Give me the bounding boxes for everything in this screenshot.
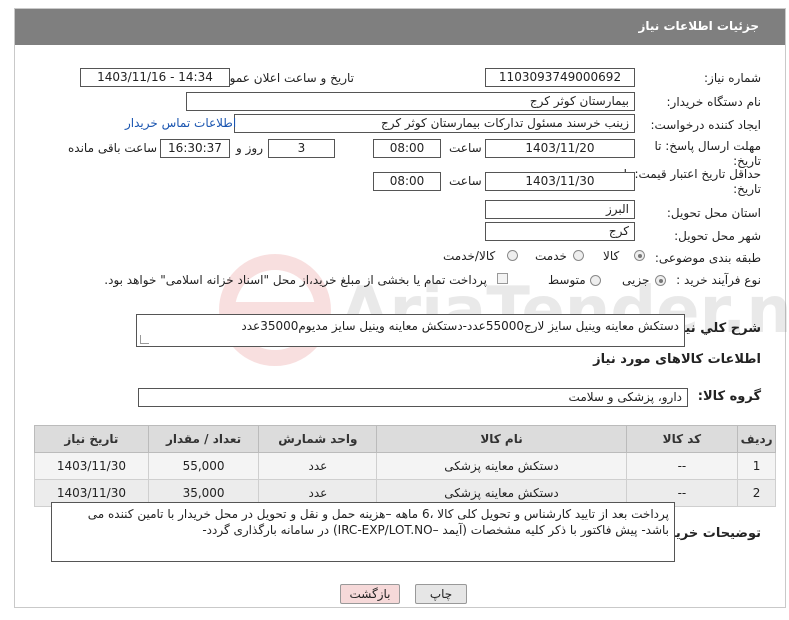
announce-datetime-field[interactable]: 1403/11/16 - 14:34 <box>80 68 230 87</box>
cell-row: 2 <box>737 479 776 507</box>
process-medium-label: متوسط <box>548 273 586 287</box>
need-number-label: شماره نیاز: <box>704 71 761 85</box>
treasury-payment-note: پرداخت تمام یا بخشی از مبلغ خرید،از محل … <box>104 273 487 287</box>
requester-label: ایجاد کننده درخواست: <box>650 118 761 132</box>
treasury-payment-checkbox[interactable] <box>497 273 508 284</box>
col-row: ردیف <box>737 425 776 453</box>
category-label: طبقه بندی موضوعی: <box>654 251 761 265</box>
back-button[interactable]: بازگشت <box>340 584 400 604</box>
general-desc-text: دستکش معاینه وینیل سایز لارج55000عدد-دست… <box>241 319 679 333</box>
col-qty: تعداد / مقدار <box>147 425 260 453</box>
category-goods-radio[interactable] <box>634 250 645 261</box>
buyer-org-label: نام دستگاه خریدار: <box>666 95 762 109</box>
col-unit: واحد شمارش <box>258 425 378 453</box>
city-field[interactable]: کرج <box>485 222 635 241</box>
col-name: نام کالا <box>376 425 627 453</box>
buyer-contact-link[interactable]: اطلاعات تماس خریدار <box>125 116 236 130</box>
requester-field[interactable]: زینب خرسند مسئول تدارکات بیمارستان کوثر … <box>234 114 635 133</box>
buyer-notes-field[interactable]: پرداخت بعد از تایید کارشناس و تحویل کلی … <box>51 502 675 562</box>
goods-group-field[interactable]: دارو، پزشکی و سلامت <box>138 388 688 407</box>
days-label: روز و <box>236 141 263 155</box>
reply-time-field[interactable]: 08:00 <box>373 139 441 158</box>
price-validity-label: حداقل تاریخ اعتبار قیمت: تا <box>623 167 761 181</box>
table-row[interactable]: 1 -- دستکش معاینه پزشکی عدد 55,000 1403/… <box>34 452 776 480</box>
days-field[interactable]: 3 <box>268 139 335 158</box>
buyer-notes-text: پرداخت بعد از تایید کارشناس و تحویل کلی … <box>87 507 669 537</box>
delivery-city-label: شهر محل تحویل: <box>674 229 761 243</box>
price-validity-label-2: تاریخ: <box>733 182 761 196</box>
reply-deadline-label-2: تاریخ: <box>733 154 761 168</box>
panel-title: جزئیات اطلاعات نیاز <box>638 19 759 33</box>
table-header-row: ردیف کد کالا نام کالا واحد شمارش تعداد /… <box>34 425 776 453</box>
category-goods-label: کالا <box>603 249 620 263</box>
reply-time-label: ساعت <box>449 141 482 155</box>
reply-date-field[interactable]: 1403/11/20 <box>485 139 635 158</box>
resize-grip-icon[interactable] <box>140 335 149 344</box>
delivery-province-label: استان محل تحویل: <box>666 206 761 220</box>
print-button[interactable]: چاپ <box>415 584 467 604</box>
category-goods-service-radio[interactable] <box>507 250 518 261</box>
process-medium-radio[interactable] <box>590 275 601 286</box>
process-type-label: نوع فرآیند خرید : <box>676 273 761 287</box>
reply-deadline-label: مهلت ارسال پاسخ: تا <box>654 139 761 153</box>
cell-name: دستکش معاینه پزشکی <box>376 452 627 480</box>
validity-time-field[interactable]: 08:00 <box>373 172 441 191</box>
goods-info-heading: اطلاعات کالاهای مورد نیاز <box>593 352 761 367</box>
province-field[interactable]: البرز <box>485 200 635 219</box>
process-small-label: جزیی <box>622 273 650 287</box>
announce-datetime-label: تاریخ و ساعت اعلان عمومی: <box>209 71 354 85</box>
cell-unit: عدد <box>258 452 378 480</box>
category-service-radio[interactable] <box>573 250 584 261</box>
category-service-label: خدمت <box>535 249 567 263</box>
validity-date-field[interactable]: 1403/11/30 <box>485 172 635 191</box>
category-goods-service-label: کالا/خدمت <box>443 249 496 263</box>
general-desc-field[interactable]: دستکش معاینه وینیل سایز لارج55000عدد-دست… <box>136 314 685 347</box>
need-number-field[interactable]: 1103093749000692 <box>485 68 635 87</box>
col-code: کد کالا <box>625 425 739 453</box>
buyer-org-field[interactable]: بیمارستان کوثر کرج <box>186 92 635 111</box>
items-table: ردیف کد کالا نام کالا واحد شمارش تعداد /… <box>34 425 776 507</box>
col-date: تاریخ نیاز <box>34 425 149 453</box>
process-small-radio[interactable] <box>655 275 666 286</box>
panel-header: جزئیات اطلاعات نیاز <box>15 9 785 45</box>
validity-time-label: ساعت <box>449 174 482 188</box>
remaining-time-field[interactable]: 16:30:37 <box>160 139 230 158</box>
cell-code: -- <box>625 452 739 480</box>
cell-date: 1403/11/30 <box>34 452 149 480</box>
goods-group-label: گروه کالا: <box>697 389 761 404</box>
hours-remaining-label: ساعت باقی مانده <box>68 141 158 155</box>
cell-row: 1 <box>737 452 776 480</box>
cell-qty: 55,000 <box>147 452 260 480</box>
